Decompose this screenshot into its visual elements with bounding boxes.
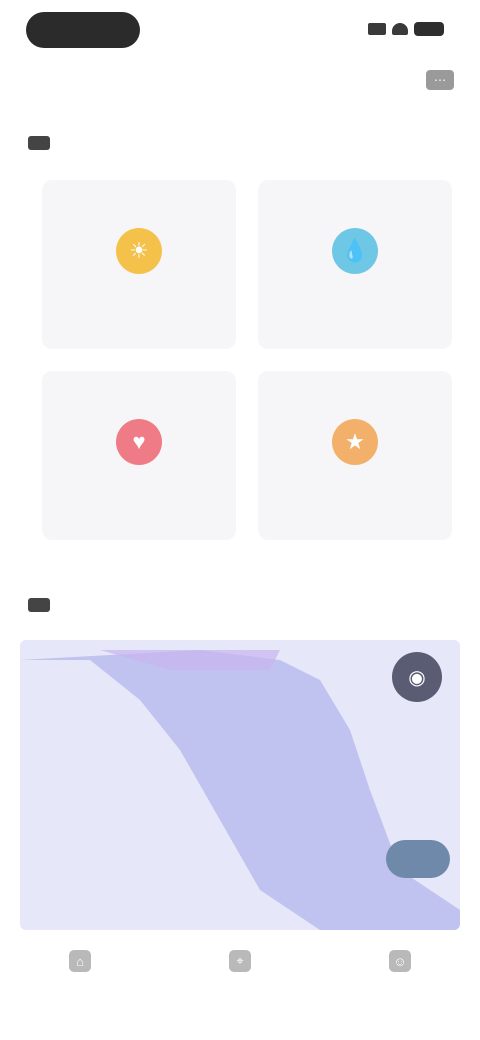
nav-item-home[interactable]: ⌂: [35, 950, 125, 982]
map-view[interactable]: ◉: [20, 640, 460, 930]
nav-item-user[interactable]: ☺: [355, 950, 445, 982]
app-screen: ⋯ ☀ 💧 ♥ ★ ◉ ⌂ ⌖ ☺: [0, 0, 480, 1040]
status-icons: [368, 22, 444, 36]
shortcuts-section-header: [28, 136, 64, 150]
map-region: [20, 650, 460, 930]
bottom-nav: ⌂ ⌖ ☺: [0, 936, 480, 1040]
status-bar: [0, 0, 480, 60]
drop-icon: 💧: [332, 227, 378, 274]
section-marker-icon: [28, 598, 50, 612]
shortcut-grid: ☀ 💧 ♥ ★: [42, 180, 452, 540]
shortcut-tile-1[interactable]: ☀: [42, 180, 236, 349]
home-icon: ⌂: [69, 950, 91, 972]
star-icon: ★: [332, 418, 378, 465]
wifi-icon: [392, 23, 408, 35]
section-marker-icon: [28, 136, 50, 150]
heart-icon: ♥: [116, 418, 162, 465]
shortcut-tile-2[interactable]: 💧: [258, 180, 452, 349]
location-icon: ⌖: [229, 950, 251, 972]
user-icon: ☺: [389, 950, 411, 972]
sun-icon: ☀: [116, 227, 162, 274]
more-icon[interactable]: ⋯: [426, 70, 454, 90]
shortcut-tile-3[interactable]: ♥: [42, 371, 236, 540]
nav-item-location[interactable]: ⌖: [195, 950, 285, 982]
battery-icon: [414, 22, 444, 36]
shortcut-tile-4[interactable]: ★: [258, 371, 452, 540]
status-time-pill: [26, 12, 140, 48]
map-action-pill[interactable]: [386, 840, 450, 878]
signal-icon: [368, 23, 386, 35]
layers-icon[interactable]: ◉: [392, 652, 442, 702]
map-section-header: [28, 598, 64, 612]
